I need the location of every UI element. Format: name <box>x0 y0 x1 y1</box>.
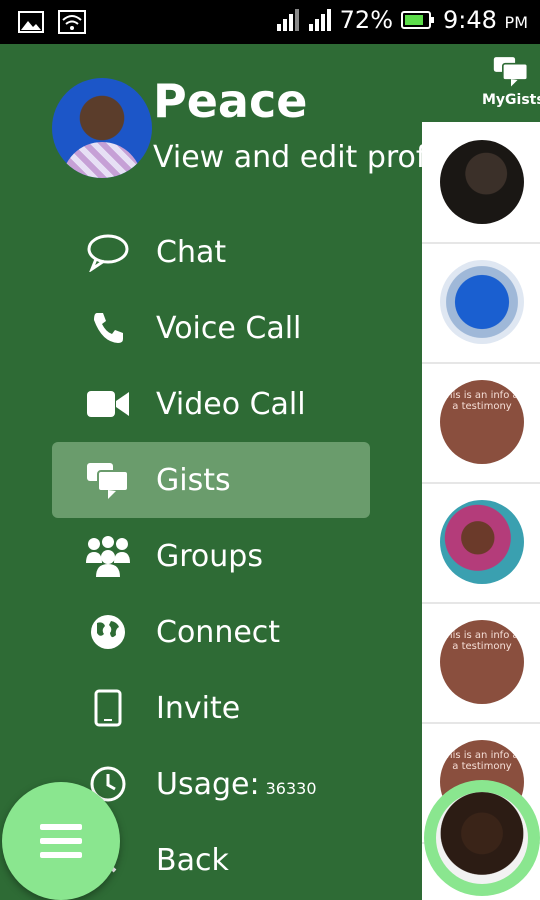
status-bar: 72% 9:48 PM <box>0 0 540 44</box>
list-item[interactable] <box>422 122 540 244</box>
menu-item-video-call[interactable]: Video Call <box>52 366 370 442</box>
avatar: This is an info as a testimony <box>440 380 524 464</box>
time-value: 9:48 <box>443 6 497 34</box>
time-ampm: PM <box>504 13 528 32</box>
phone-icon <box>82 308 134 348</box>
profile-name[interactable]: Peace <box>153 74 307 128</box>
main-content: MyGists This is an info as a testimony T… <box>422 44 540 900</box>
info-text: This is an info as a testimony <box>440 390 524 412</box>
list-item[interactable] <box>422 242 540 364</box>
profile-avatar[interactable] <box>52 78 152 178</box>
profile-fab-button[interactable] <box>424 780 540 896</box>
info-text: This is an info as a testimony <box>440 630 524 652</box>
wifi-icon <box>58 10 86 34</box>
video-camera-icon <box>82 384 134 424</box>
hamburger-icon <box>40 824 82 858</box>
avatar <box>436 792 528 884</box>
menu-label-connect: Connect <box>156 614 281 650</box>
menu-item-invite[interactable]: Invite <box>52 670 370 746</box>
menu-item-connect[interactable]: Connect <box>52 594 370 670</box>
navigation-drawer: Peace View and edit profile Chat Voice C… <box>0 44 422 900</box>
list-item[interactable] <box>422 482 540 604</box>
groups-icon <box>82 536 134 577</box>
list-item[interactable]: This is an info as a testimony <box>422 362 540 484</box>
gists-icon <box>82 460 134 500</box>
avatar <box>440 500 524 584</box>
menu-label-invite: Invite <box>156 690 241 726</box>
avatar: This is an info as a testimony <box>440 620 524 704</box>
signal-icon <box>276 9 299 31</box>
gists-icon <box>493 57 529 87</box>
mygists-button[interactable]: MyGists <box>482 54 540 108</box>
menu-item-chat[interactable]: Chat <box>52 214 370 290</box>
avatar-dress <box>62 142 142 178</box>
info-text: This is an info as a testimony <box>440 750 524 772</box>
globe-icon <box>82 612 134 652</box>
mygists-label: MyGists <box>482 92 540 108</box>
menu-label-voice-call: Voice Call <box>156 310 302 346</box>
menu-fab-button[interactable] <box>2 782 120 900</box>
list-item[interactable]: This is an info as a testimony <box>422 602 540 724</box>
profile-subtitle[interactable]: View and edit profile <box>153 140 422 175</box>
image-icon <box>18 11 44 33</box>
menu-label-groups: Groups <box>156 538 263 574</box>
menu-label-chat: Chat <box>156 234 227 270</box>
signal-icon <box>308 9 331 31</box>
menu-item-gists[interactable]: Gists <box>52 442 370 518</box>
usage-label: Usage: <box>156 766 260 802</box>
usage-value: 36330 <box>265 778 317 798</box>
battery-icon <box>401 11 434 29</box>
phone-device-icon <box>82 688 134 728</box>
chat-bubble-icon <box>82 232 134 272</box>
menu-label-gists: Gists <box>156 462 231 498</box>
menu-item-groups[interactable]: Groups <box>52 518 370 594</box>
battery-percent: 72% <box>339 6 393 34</box>
menu-label-video-call: Video Call <box>156 386 306 422</box>
menu-item-voice-call[interactable]: Voice Call <box>52 290 370 366</box>
menu-label-usage: Usage: 36330 <box>156 767 317 802</box>
avatar <box>440 140 524 224</box>
avatar <box>440 260 524 344</box>
clock-time: 9:48 PM <box>443 6 528 34</box>
menu-label-back: Back <box>156 842 229 878</box>
